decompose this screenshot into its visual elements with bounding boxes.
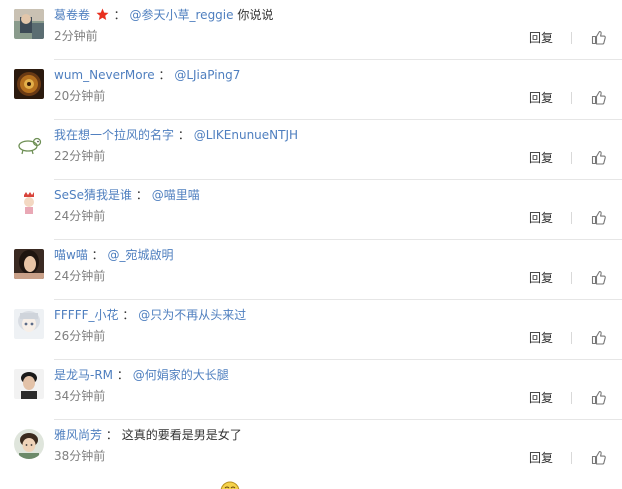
colon-separator: ： [113,8,126,22]
thumbs-up-icon[interactable] [591,150,606,165]
comment-item: SeSe猜我是谁 ： @喵里喵 24分钟前 回复 [0,180,622,240]
thumbs-up-icon[interactable] [591,30,606,45]
comment-item: wum_NeverMore ： @LJiaPing7 20分钟前 回复 [0,60,622,120]
colon-separator: ： [105,428,118,442]
colon-separator: ： [91,248,104,262]
reply-button[interactable]: 回复 [529,390,553,406]
mention-link[interactable]: @LIKEnunueNTJH [194,128,298,142]
comment-username[interactable]: 是龙马-RM [54,368,113,382]
comment-time: 2分钟前 [54,29,98,43]
comment-time: 20分钟前 [54,89,106,103]
action-divider [571,452,572,464]
reply-button[interactable]: 回复 [529,30,553,46]
colon-separator: ： [135,188,148,202]
action-divider [571,272,572,284]
avatar[interactable] [14,249,44,279]
comment-time: 38分钟前 [54,449,106,463]
mention-link[interactable]: @喵里喵 [152,188,200,202]
comment-text: 你说说 [237,8,274,22]
action-divider [571,392,572,404]
comment-item: 雅风尚芳 ： 这真的要看是男是女了 38分钟前 回复 [0,420,622,480]
colon-separator: ： [116,368,129,382]
reply-button[interactable]: 回复 [529,210,553,226]
comment-username[interactable]: wum_NeverMore [54,68,155,82]
reply-button[interactable]: 回复 [529,90,553,106]
comment-username[interactable]: FFFFF_小花 [54,308,119,322]
comment-item: FFFFF_小花 ： @只为不再从头来过 26分钟前 回复 [0,300,622,360]
colon-separator: ： [177,128,190,142]
mention-link[interactable]: @何娟家的大长腿 [133,368,229,382]
colon-separator: ： [158,68,171,82]
avatar[interactable] [14,309,44,339]
thumbs-up-icon[interactable] [591,450,606,465]
comment-item: 葛卷卷 ： @参天小草_reggie 你说说 2分钟前 回复 [0,0,622,60]
comment-username[interactable]: SeSe猜我是谁 [54,188,132,202]
thumbs-up-icon[interactable] [591,330,606,345]
comment-item: 喵w喵 ： @_宛城啟明 24分钟前 回复 [0,240,622,300]
action-divider [571,32,572,44]
avatar[interactable] [14,369,44,399]
comment-time: 34分钟前 [54,389,106,403]
mention-link[interactable]: @_宛城啟明 [108,248,174,262]
avatar[interactable] [14,429,44,459]
comment-list: 葛卷卷 ： @参天小草_reggie 你说说 2分钟前 回复 wum_Never… [0,0,622,489]
mention-link[interactable]: @只为不再从头来过 [138,308,246,322]
comment-item: 是龙马-RM ： @何娟家的大长腿 34分钟前 回复 [0,360,622,420]
comment-time: 26分钟前 [54,329,106,343]
comment-username[interactable]: 喵w喵 [54,248,88,262]
reply-button[interactable]: 回复 [529,270,553,286]
avatar[interactable] [14,189,44,219]
comment-item: 我在想一个拉风的名字 ： @LIKEnunueNTJH 22分钟前 回复 [0,120,622,180]
avatar[interactable] [14,129,44,159]
action-divider [571,152,572,164]
emoji-icon [220,481,240,489]
action-divider [571,92,572,104]
avatar[interactable] [14,9,44,39]
thumbs-up-icon[interactable] [591,390,606,405]
reply-button[interactable]: 回复 [529,450,553,466]
avatar[interactable] [14,69,44,99]
comment-username[interactable]: 我在想一个拉风的名字 [54,128,174,142]
comment-time: 24分钟前 [54,209,106,223]
colon-separator: ： [122,308,135,322]
comment-username[interactable]: 葛卷卷 [54,8,90,22]
comment-username[interactable]: 雅风尚芳 [54,428,102,442]
thumbs-up-icon[interactable] [591,90,606,105]
reply-button[interactable]: 回复 [529,150,553,166]
comment-time: 22分钟前 [54,149,106,163]
mention-link[interactable]: @参天小草_reggie [130,8,234,22]
comment-time: 24分钟前 [54,269,106,283]
thumbs-up-icon[interactable] [591,210,606,225]
vip-star-icon [96,8,109,25]
thumbs-up-icon[interactable] [591,270,606,285]
action-divider [571,212,572,224]
reply-button[interactable]: 回复 [529,330,553,346]
comment-text: 这真的要看是男是女了 [121,428,242,442]
mention-link[interactable]: @LJiaPing7 [174,68,240,82]
action-divider [571,332,572,344]
